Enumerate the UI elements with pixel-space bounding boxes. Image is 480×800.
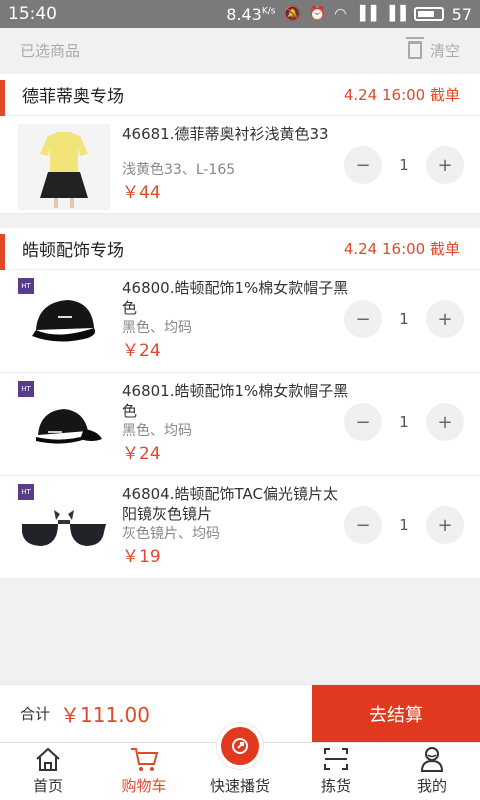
- item-name: 46804.皓顿配饰TAC偏光镜片太阳镜灰色镜片: [122, 485, 338, 523]
- quantity-value: 1: [399, 413, 409, 431]
- decrease-button[interactable]: −: [344, 300, 382, 338]
- quantity-value: 1: [399, 516, 409, 534]
- tab-mine[interactable]: 我的: [384, 743, 480, 800]
- increase-button[interactable]: +: [425, 146, 464, 184]
- mute-icon: 🔕: [283, 6, 301, 22]
- product-image-sunglasses: [22, 510, 106, 546]
- battery-level: 57: [451, 4, 472, 24]
- cart-item[interactable]: HT 46800.皓顿配饰1%棉女款帽子黑色 黑色、均码 ￥24 − 1 +: [0, 270, 480, 373]
- status-icons: 8.43K/s 🔕 ⏰ ◠ ▐▐ ▐▐ 57: [226, 5, 472, 24]
- quantity-stepper: − 1 +: [344, 300, 464, 338]
- tab-pick[interactable]: 拣货: [288, 743, 384, 800]
- decrease-button[interactable]: −: [344, 506, 382, 544]
- item-price: ￥19: [122, 547, 161, 567]
- checkout-button[interactable]: 去结算: [312, 684, 480, 743]
- tab-label: 首页: [32, 777, 63, 795]
- item-spec: 黑色、均码: [122, 320, 192, 336]
- increase-button[interactable]: +: [425, 506, 464, 544]
- cart-item[interactable]: HT 46801.皓顿配饰1%棉女款帽子黑色 黑色、均码 ￥24 − 1 +: [0, 373, 480, 476]
- wifi-icon: ◠: [334, 6, 347, 22]
- battery-icon: [413, 7, 444, 21]
- section-haodun: 皓顿配饰专场 4.24 16:00 截单 HT 46800.皓顿配饰1%棉女款帽…: [0, 228, 480, 579]
- status-bar: 15:40 8.43K/s 🔕 ⏰ ◠ ▐▐ ▐▐ 57: [0, 0, 480, 28]
- item-spec: 黑色、均码: [122, 423, 192, 439]
- item-info: 46804.皓顿配饰TAC偏光镜片太阳镜灰色镜片 灰色镜片、均码 ￥19: [122, 484, 352, 570]
- cart-subheader: 已选商品 清空: [0, 28, 480, 72]
- increase-button[interactable]: +: [425, 300, 464, 338]
- section-cutoff: 4.24 16:00 截单: [343, 86, 460, 104]
- decrease-button[interactable]: −: [344, 146, 382, 184]
- share-icon: [217, 723, 263, 769]
- item-spec: 灰色镜片、均码: [122, 526, 220, 542]
- tab-home[interactable]: 首页: [0, 743, 96, 800]
- section-title: 皓顿配饰专场: [22, 241, 124, 261]
- item-price: ￥24: [122, 444, 161, 464]
- signal-4g-icon: ▐▐: [354, 6, 377, 22]
- cart-item[interactable]: HT 46804.皓顿配饰TAC偏光镜片太阳镜灰色镜片 灰色镜片、均码 ￥19 …: [0, 476, 480, 579]
- item-price: ￥44: [122, 183, 161, 203]
- bottom-tab-bar: 首页 购物车 快速播货 拣货 我的: [0, 723, 480, 800]
- cart-item[interactable]: 46681.德菲蒂奥衬衫浅黄色33 浅黄色33、L-165 ￥44 − 1 +: [0, 116, 480, 214]
- cart-icon: [129, 745, 159, 773]
- quantity-stepper: − 1 +: [344, 146, 464, 184]
- quantity-value: 1: [399, 310, 409, 328]
- tab-label: 我的: [416, 777, 447, 795]
- item-name: 46681.德菲蒂奥衬衫浅黄色33: [122, 125, 329, 143]
- quantity-stepper: − 1 +: [344, 506, 464, 544]
- quantity-value: 1: [399, 156, 409, 174]
- total-value: ￥111.00: [60, 703, 150, 727]
- scan-icon: [322, 745, 350, 773]
- decrease-button[interactable]: −: [344, 403, 382, 441]
- tab-cart[interactable]: 购物车: [96, 743, 192, 800]
- tab-label: 快速播货: [209, 777, 270, 795]
- increase-button[interactable]: +: [425, 403, 464, 441]
- item-name: 46801.皓顿配饰1%棉女款帽子黑色: [122, 382, 349, 420]
- product-image-cap: [36, 409, 102, 444]
- trash-icon: [405, 37, 424, 59]
- home-icon: [34, 745, 62, 773]
- item-price: ￥24: [122, 341, 161, 361]
- product-image-cap: [32, 300, 96, 342]
- network-speed-unit: K/s: [261, 6, 276, 17]
- network-speed-value: 8.43: [226, 4, 262, 24]
- item-info: 46801.皓顿配饰1%棉女款帽子黑色 黑色、均码 ￥24: [122, 381, 352, 467]
- section-defeidio: 德菲蒂奥专场 4.24 16:00 截单 46681.德菲蒂奥衬衫浅黄色33 浅…: [0, 74, 480, 214]
- clear-label: 清空: [429, 41, 460, 60]
- user-icon: [418, 745, 446, 773]
- quantity-stepper: − 1 +: [344, 403, 464, 441]
- section-cutoff: 4.24 16:00 截单: [343, 240, 460, 258]
- item-info: 46681.德菲蒂奥衬衫浅黄色33 浅黄色33、L-165 ￥44: [122, 124, 352, 206]
- tab-quick-share[interactable]: 快速播货: [192, 723, 288, 800]
- selected-goods-label: 已选商品: [20, 41, 81, 60]
- signal-3g-icon: ▐▐: [384, 6, 406, 22]
- item-info: 46800.皓顿配饰1%棉女款帽子黑色 黑色、均码 ￥24: [122, 278, 352, 364]
- tab-label: 购物车: [121, 777, 167, 795]
- section-header: 皓顿配饰专场 4.24 16:00 截单: [0, 228, 480, 270]
- total-label: 合计: [20, 705, 51, 723]
- product-image-shirt: [18, 124, 110, 210]
- section-title: 德菲蒂奥专场: [22, 87, 124, 107]
- tab-label: 拣货: [320, 777, 351, 795]
- clear-button[interactable]: 清空: [405, 37, 460, 61]
- section-header: 德菲蒂奥专场 4.24 16:00 截单: [0, 74, 480, 116]
- status-time: 15:40: [8, 4, 57, 24]
- alarm-icon: ⏰: [308, 6, 327, 22]
- item-spec: 浅黄色33、L-165: [122, 162, 236, 178]
- network-speed: 8.43K/s: [226, 5, 275, 24]
- item-name: 46800.皓顿配饰1%棉女款帽子黑色: [122, 279, 349, 317]
